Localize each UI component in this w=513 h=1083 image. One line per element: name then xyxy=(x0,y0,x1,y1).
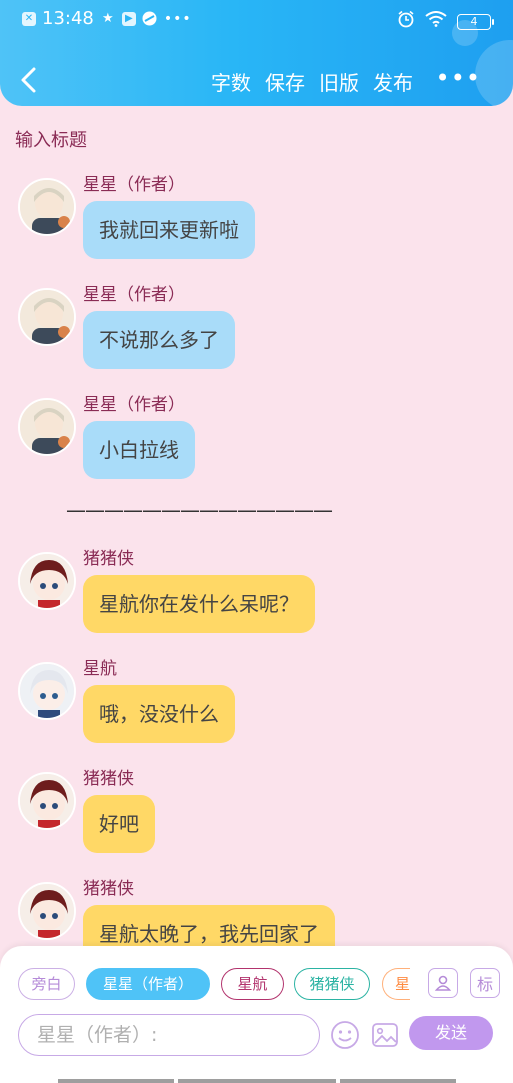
sender-name: 星星（作者） xyxy=(83,175,185,195)
message-bubble[interactable]: 不说那么多了 xyxy=(83,311,235,369)
home-indicator xyxy=(58,1079,174,1083)
sender-name: 猪猪侠 xyxy=(83,879,134,899)
zhuzhuxia-avatar[interactable] xyxy=(18,772,76,830)
role-chip-narration[interactable]: 旁白 xyxy=(18,968,75,1000)
zhuzhuxia-avatar[interactable] xyxy=(18,552,76,610)
status-time: 13:48 xyxy=(42,8,94,29)
home-indicator xyxy=(178,1079,336,1083)
battery-icon: 4 xyxy=(457,13,494,30)
emoji-icon[interactable] xyxy=(330,1020,360,1050)
composer-row: 发送 xyxy=(18,1014,493,1056)
star-icon: ★ xyxy=(102,11,114,26)
role-chip-zhuzhuxia[interactable]: 猪猪侠 xyxy=(294,968,370,1000)
divider-line: —————————————— xyxy=(66,498,333,522)
message-bubble[interactable]: 星航你在发什么呆呢？ xyxy=(83,575,315,633)
tag-button[interactable]: 标 xyxy=(470,968,500,998)
author-avatar[interactable] xyxy=(18,398,76,456)
back-arrow-icon[interactable] xyxy=(18,66,40,94)
sender-name: 猪猪侠 xyxy=(83,549,134,569)
publish-button[interactable]: 发布 xyxy=(373,67,413,96)
message-bubble[interactable]: 哦，没没什么 xyxy=(83,685,235,743)
header-bar: ✕ 13:48 ★ ▶ ••• 4 字数 保存 旧版 发布 ••• xyxy=(0,0,513,106)
word-count-button[interactable]: 字数 xyxy=(211,67,251,96)
sender-name: 星星（作者） xyxy=(83,285,185,305)
save-button[interactable]: 保存 xyxy=(265,67,305,96)
more-menu-icon[interactable]: ••• xyxy=(436,64,481,92)
role-chip-partial[interactable]: 星 xyxy=(382,968,410,1000)
wifi-icon xyxy=(425,11,447,32)
sender-name: 星航 xyxy=(83,659,117,679)
image-icon[interactable] xyxy=(370,1020,400,1050)
header-actions: 字数 保存 旧版 发布 xyxy=(211,67,413,96)
nav-bar: 字数 保存 旧版 发布 ••• xyxy=(0,60,513,100)
role-chip-author[interactable]: 星星（作者） xyxy=(86,968,210,1000)
alarm-icon xyxy=(397,10,415,33)
role-chip-xinghang[interactable]: 星航 xyxy=(221,968,284,1000)
home-indicator xyxy=(340,1079,456,1083)
title-input[interactable]: 输入标题 xyxy=(15,126,87,152)
zhuzhuxia-avatar[interactable] xyxy=(18,882,76,940)
author-avatar[interactable] xyxy=(18,178,76,236)
message-bubble[interactable]: 小白拉线 xyxy=(83,421,195,479)
composer-panel: 旁白 星星（作者） 星航 猪猪侠 星 标 发送 xyxy=(0,946,513,1083)
sender-name: 星星（作者） xyxy=(83,395,185,415)
xinghang-avatar[interactable] xyxy=(18,662,76,720)
person-icon[interactable] xyxy=(428,968,458,998)
more-dots-icon: ••• xyxy=(163,10,192,27)
app-icon xyxy=(142,11,158,27)
message-input[interactable] xyxy=(18,1014,320,1056)
author-avatar[interactable] xyxy=(18,288,76,346)
status-bar: ✕ 13:48 ★ ▶ ••• 4 xyxy=(0,6,513,34)
sender-name: 猪猪侠 xyxy=(83,769,134,789)
close-icon: ✕ xyxy=(22,11,36,26)
send-button[interactable]: 发送 xyxy=(409,1016,493,1050)
message-bubble[interactable]: 我就回来更新啦 xyxy=(83,201,255,259)
role-selector: 旁白 星星（作者） 星航 猪猪侠 星 标 xyxy=(18,968,513,1002)
message-bubble[interactable]: 好吧 xyxy=(83,795,155,853)
old-version-button[interactable]: 旧版 xyxy=(319,67,359,96)
play-icon: ▶ xyxy=(121,11,136,26)
